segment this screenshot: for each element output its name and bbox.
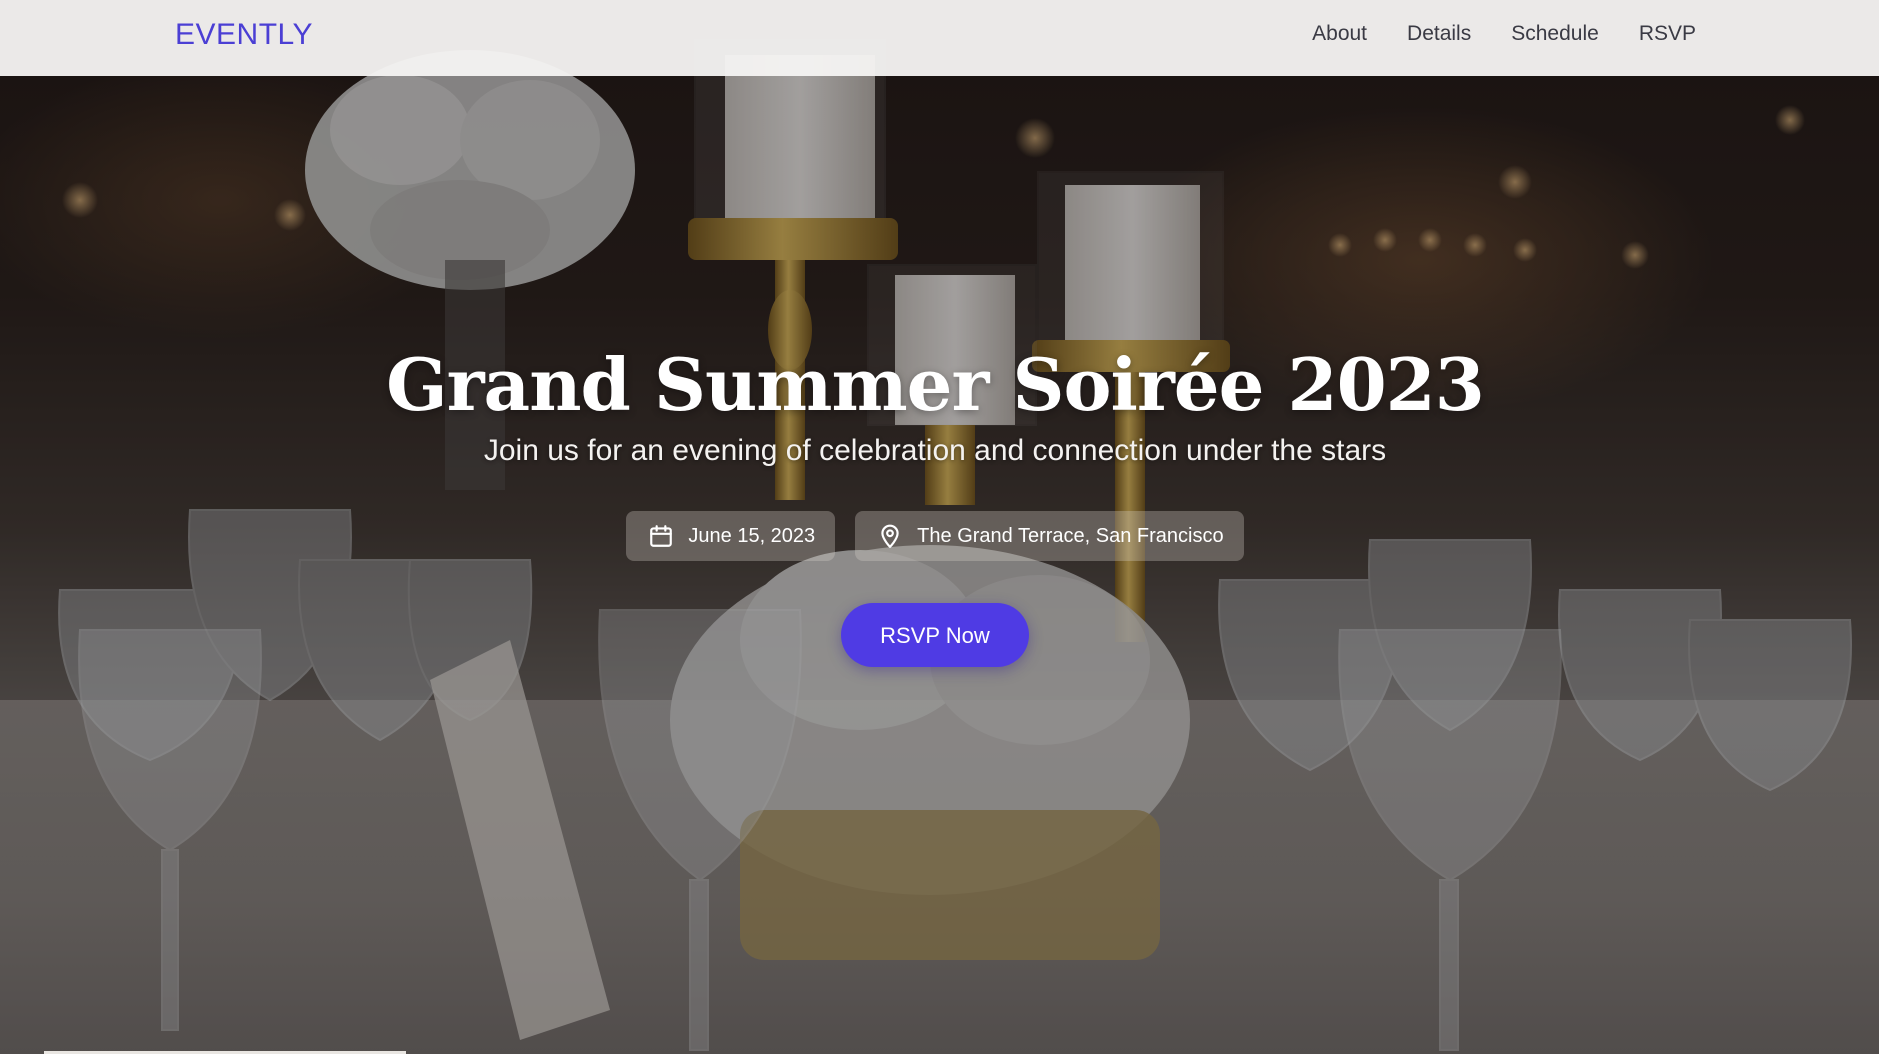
nav-link-about[interactable]: About [1312, 22, 1367, 46]
nav-link-details[interactable]: Details [1407, 22, 1471, 46]
event-meta: June 15, 2023 The Grand Terrace, San Fra… [0, 511, 1870, 562]
main-nav: About Details Schedule RSVP [1312, 22, 1696, 46]
rsvp-now-button[interactable]: RSVP Now [841, 603, 1029, 668]
event-location-text: The Grand Terrace, San Francisco [917, 524, 1224, 547]
event-title: Grand Summer Soirée 2023 [386, 342, 1485, 427]
event-date-text: June 15, 2023 [688, 524, 816, 547]
hero-content: Grand Summer Soirée 2023 Join us for an … [0, 342, 1870, 668]
nav-link-schedule[interactable]: Schedule [1511, 22, 1599, 46]
event-date-chip: June 15, 2023 [626, 511, 836, 562]
map-pin-icon [877, 523, 903, 549]
event-location-chip: The Grand Terrace, San Francisco [855, 511, 1244, 562]
calendar-icon [648, 523, 674, 549]
hero-section: Grand Summer Soirée 2023 Join us for an … [0, 0, 1879, 1054]
event-subtitle: Join us for an evening of celebration an… [483, 434, 1387, 468]
brand-logo[interactable]: EVENTLY [175, 18, 313, 52]
site-header: EVENTLY About Details Schedule RSVP [0, 0, 1879, 76]
nav-link-rsvp[interactable]: RSVP [1639, 22, 1696, 46]
